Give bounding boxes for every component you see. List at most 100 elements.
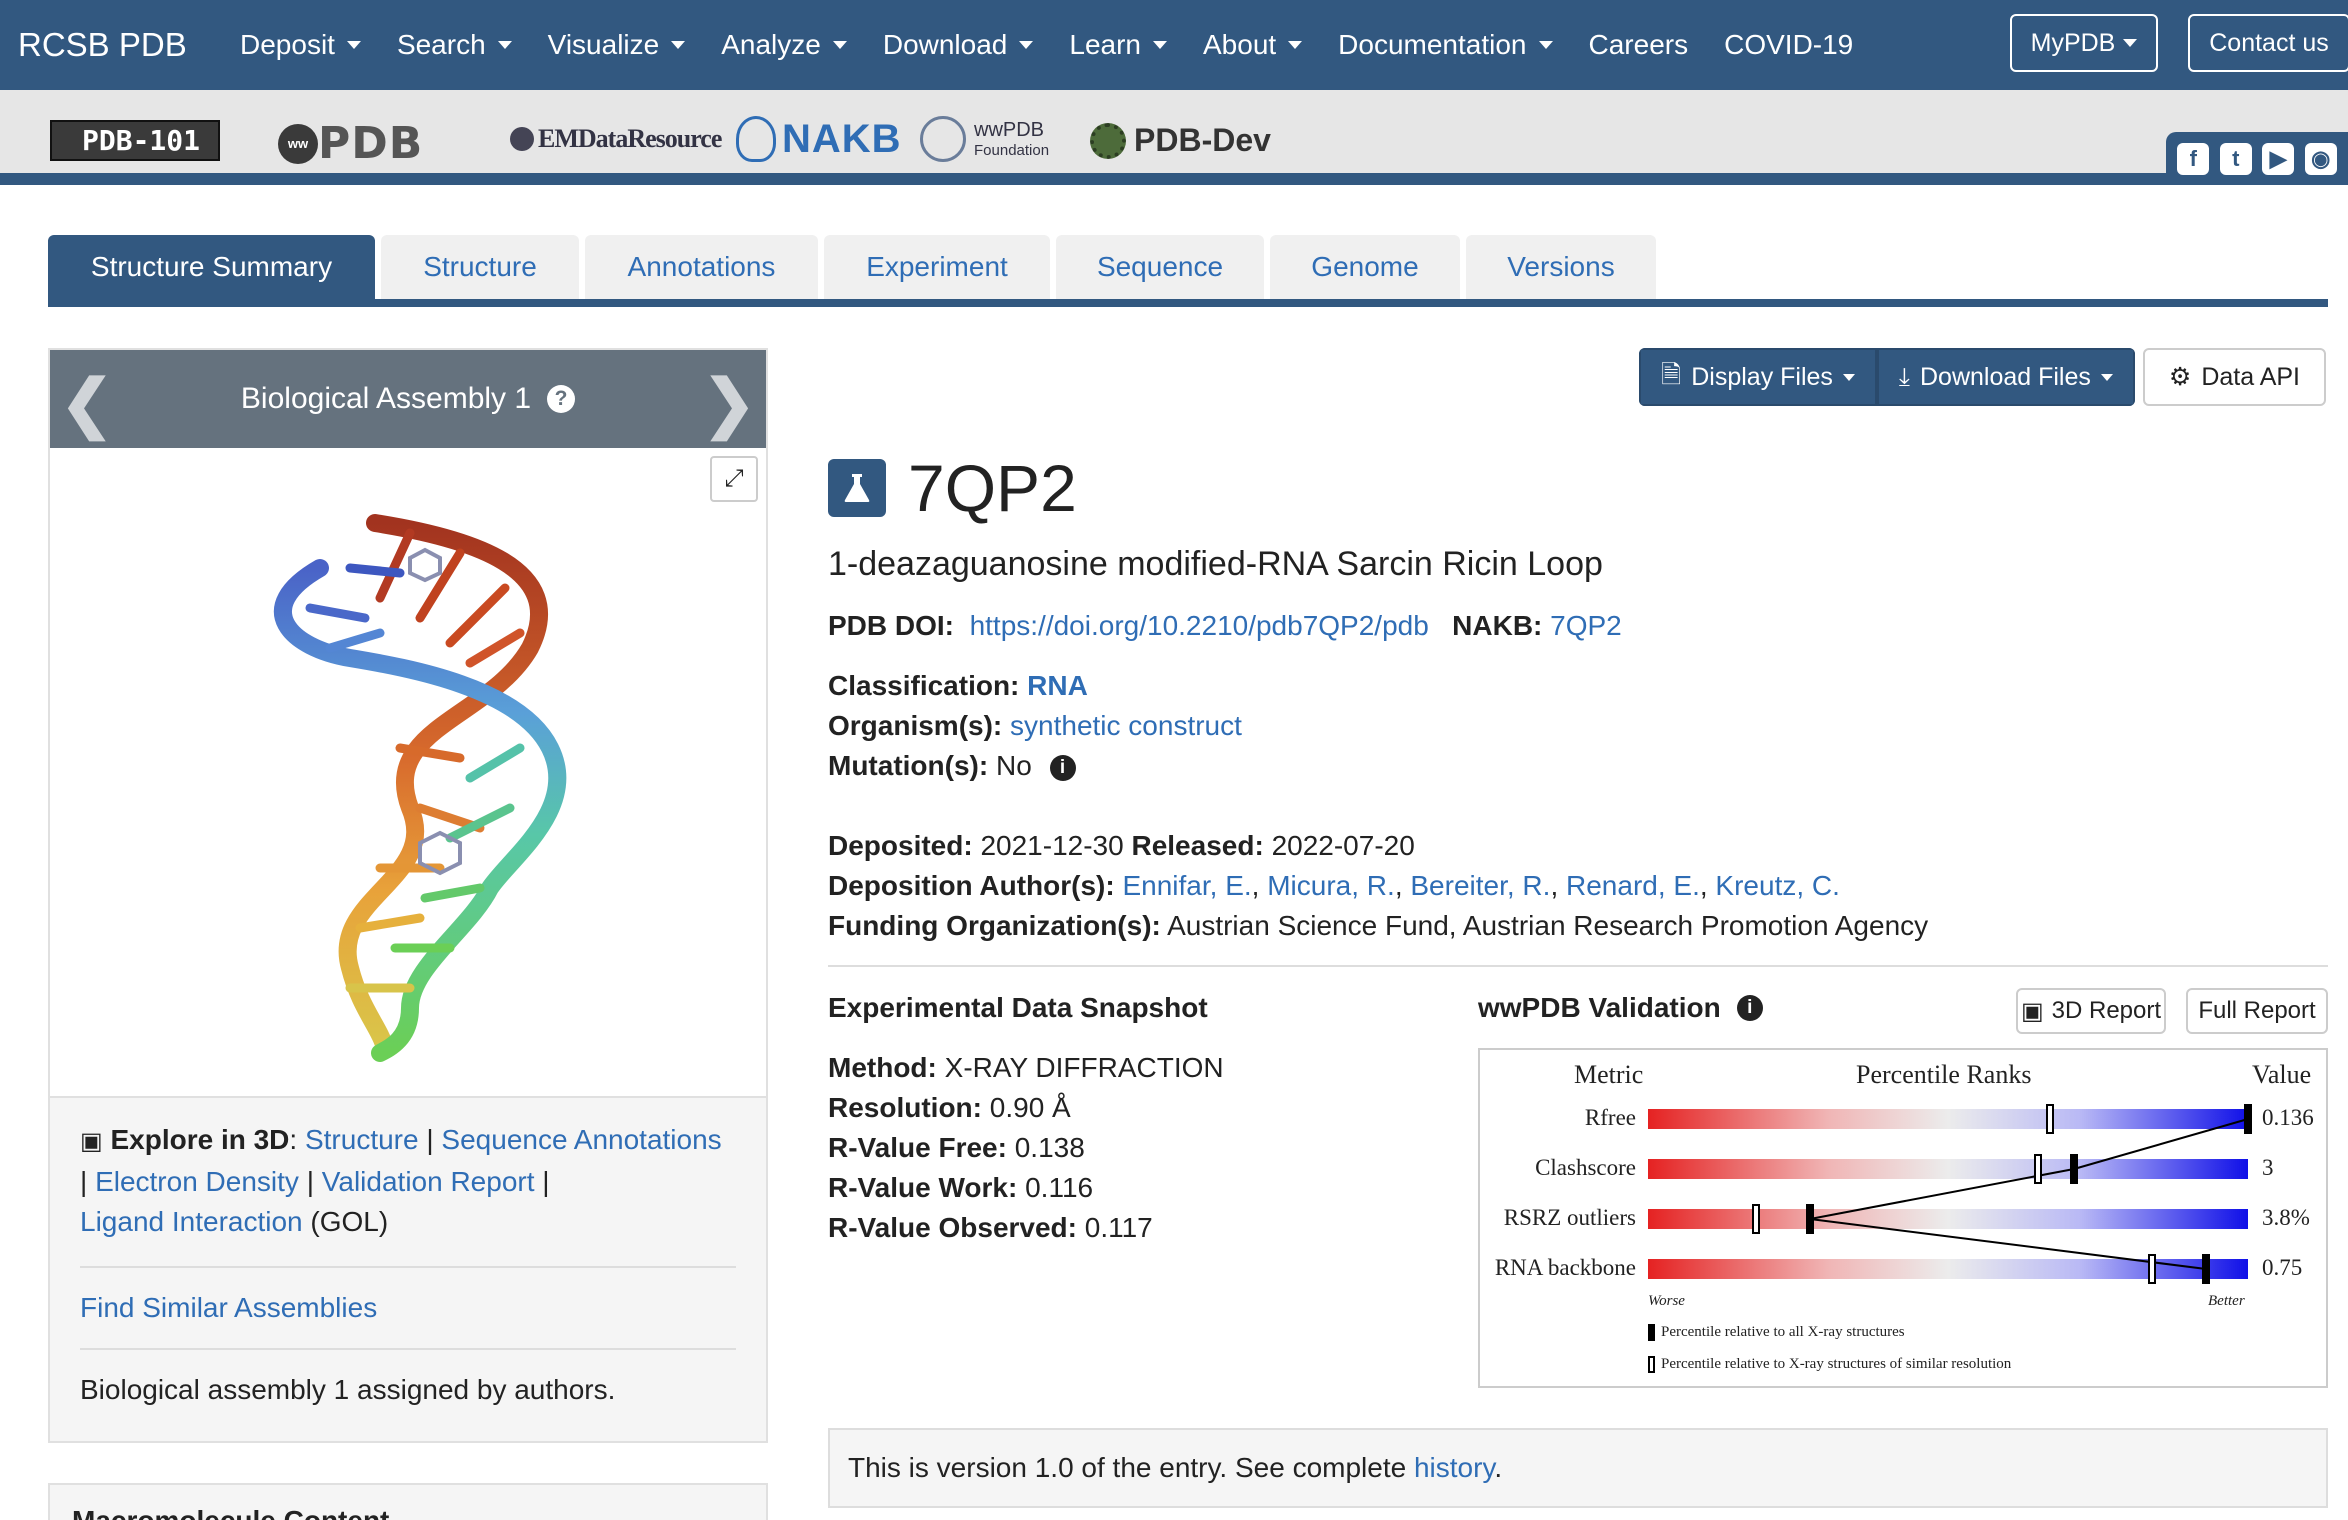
nav-deposit[interactable]: Deposit [240,29,361,61]
brand-logo[interactable]: RCSB PDB [0,26,240,64]
caret-down-icon [1288,41,1303,49]
author-link[interactable]: Ennifar, E. [1122,870,1251,901]
robs-row: R-Value Observed: 0.117 [828,1212,1153,1243]
download-files-button[interactable]: ⤓ Download Files [1876,348,2135,406]
info-icon[interactable]: i [1049,754,1076,781]
classification-link[interactable]: RNA [1027,670,1088,701]
top-navbar: RCSB PDB Deposit Search Visualize Analyz… [0,0,2348,90]
help-question-icon[interactable]: ? [547,385,576,413]
metric-value: 3 [2262,1155,2274,1180]
nakb-logo[interactable]: NAKB [736,116,902,162]
nakb-link[interactable]: 7QP2 [1550,610,1622,641]
assembly-panel: ❮ Biological Assembly 1 ? ❯ ⤢ ▣ Explore … [48,348,768,1443]
tab-structure[interactable]: Structure [381,235,579,299]
caret-down-icon [2100,373,2113,381]
nav-documentation[interactable]: Documentation [1338,29,1553,61]
nav-about[interactable]: About [1203,29,1303,61]
version-note: This is version 1.0 of the entry. See co… [828,1428,2328,1508]
legend-similar: Percentile relative to X-ray structures … [1648,1356,2011,1373]
percentile-marker-similar [2046,1104,2054,1134]
social-links: f t ▶ ◉ [2166,132,2348,185]
doi-link[interactable]: https://doi.org/10.2210/pdb7QP2/pdb [970,610,1429,641]
metric-header: Metric [1574,1060,1644,1089]
ligand-interaction-link[interactable]: Ligand Interaction [80,1206,303,1237]
author-link[interactable]: Kreutz, C. [1715,870,1839,901]
full-report-button[interactable]: Full Report [2186,988,2328,1034]
file-icon: 🗎 [1661,360,1682,389]
history-link[interactable]: history [1414,1452,1494,1483]
nav-learn[interactable]: Learn [1069,29,1167,61]
validation-title: wwPDB Validation i [1478,992,1763,1024]
method-row: Method: X-RAY DIFFRACTION [828,1052,1224,1083]
tab-genome[interactable]: Genome [1270,235,1460,299]
tab-versions[interactable]: Versions [1466,235,1656,299]
entry-title: 1-deazaguanosine modified-RNA Sarcin Ric… [828,545,1603,583]
find-similar-assemblies-link[interactable]: Find Similar Assemblies [80,1292,377,1323]
mutation-row: Mutation(s): No i [828,750,1076,782]
prev-assembly-chevron-left-icon[interactable]: ❮ [60,366,114,441]
caret-down-icon [832,41,847,49]
author-link[interactable]: Renard, E. [1566,870,1700,901]
display-files-button[interactable]: 🗎 Display Files [1639,348,1877,406]
next-assembly-chevron-right-icon[interactable]: ❯ [702,366,756,441]
cube-icon: ▣ [80,1128,103,1155]
nav-careers[interactable]: Careers [1589,29,1689,61]
emdataresource-logo[interactable]: EMDataResource [510,124,722,154]
author-link[interactable]: Bereiter, R. [1410,870,1550,901]
classification-row: Classification: RNA [828,670,1088,701]
explore-structure-link[interactable]: Structure [305,1124,419,1155]
facebook-icon[interactable]: f [2177,142,2210,175]
tab-sequence[interactable]: Sequence [1056,235,1264,299]
electron-density-link[interactable]: Electron Density [95,1166,299,1197]
nav-menu: Deposit Search Visualize Analyze Downloa… [240,29,1889,61]
youtube-icon[interactable]: ▶ [2262,142,2295,175]
sequence-annotations-link[interactable]: Sequence Annotations [441,1124,721,1155]
wwpdb-foundation-logo[interactable]: wwPDB Foundation [920,116,1049,162]
rwork-row: R-Value Work: 0.116 [828,1172,1094,1203]
tab-experiment[interactable]: Experiment [824,235,1050,299]
worse-label: Worse [1648,1293,1685,1309]
mypdb-button[interactable]: MyPDB [2010,14,2158,72]
deposited-date: 2021-12-30 [980,830,1124,861]
divider [828,965,2328,967]
nav-search[interactable]: Search [397,29,512,61]
nav-analyze[interactable]: Analyze [721,29,847,61]
nav-download[interactable]: Download [883,29,1034,61]
info-icon[interactable]: i [1736,995,1763,1021]
caret-down-icon [1153,41,1167,49]
percentile-header: Percentile Ranks [1856,1060,2032,1089]
data-api-button[interactable]: ⚙ Data API [2142,348,2326,406]
percentile-bar [1648,1209,2248,1229]
pdb-dev-logo[interactable]: PDB-Dev [1090,122,1271,159]
authors-row: Deposition Author(s): Ennifar, E., Micur… [828,870,1840,901]
organism-link[interactable]: synthetic construct [1010,710,1242,741]
assembly-title: Biological Assembly 1 [240,382,532,415]
3d-report-button[interactable]: ▣ 3D Report [2016,988,2166,1034]
validation-slider-graphic[interactable]: Metric Percentile Ranks Value Rfree 0.13… [1478,1048,2328,1388]
validation-report-link[interactable]: Validation Report [322,1166,535,1197]
structure-3d-image[interactable]: ⤢ [50,448,766,1098]
metric-value: 3.8% [2262,1205,2310,1230]
snapshot-title: Experimental Data Snapshot [828,992,1208,1023]
caret-down-icon [1842,373,1855,381]
github-icon[interactable]: ◉ [2304,142,2337,175]
nav-visualize[interactable]: Visualize [548,29,686,61]
better-label: Better [2208,1293,2245,1309]
tab-structure-summary[interactable]: Structure Summary [48,235,375,299]
cube-icon: ▣ [2020,997,2044,1025]
percentile-marker-similar [1752,1204,1760,1234]
released-date: 2022-07-20 [1271,830,1415,861]
doi-row: PDB DOI: https://doi.org/10.2210/pdb7QP2… [828,610,1622,641]
caret-down-icon [346,41,361,49]
tab-annotations[interactable]: Annotations [585,235,818,299]
percentile-marker-all [2202,1254,2210,1284]
contact-us-button[interactable]: Contact us [2188,14,2348,72]
percentile-marker-all [1806,1204,1814,1234]
twitter-icon[interactable]: t [2219,142,2252,175]
macromolecule-content-panel: Macromolecule Content [48,1483,768,1520]
pdb101-logo[interactable]: PDB-101 [50,120,221,161]
entry-tabs: Structure Summary Structure Annotations … [48,235,2328,307]
wwpdb-logo[interactable]: ww PDB [278,118,423,169]
nav-covid19[interactable]: COVID-19 [1724,29,1853,61]
author-link[interactable]: Micura, R. [1267,870,1395,901]
